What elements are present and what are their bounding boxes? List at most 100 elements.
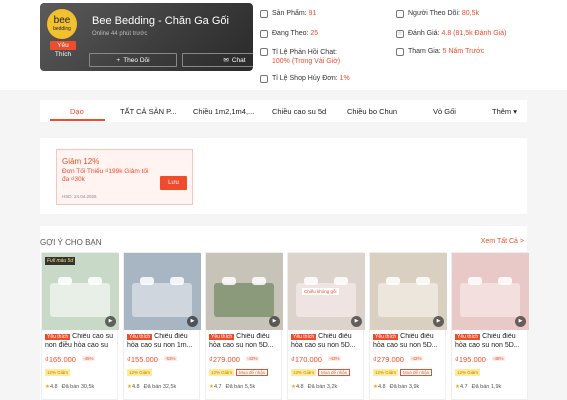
- product-card[interactable]: ▶ Yêu thích Chiếu điều hòa cao su non 5D..…: [205, 252, 283, 400]
- product-bed-shape: [460, 283, 520, 317]
- product-card[interactable]: Full màu 5d ▶ Yêu thích Chiếu cao su non đi…: [41, 252, 119, 400]
- play-icon[interactable]: ▶: [187, 316, 198, 327]
- play-icon[interactable]: ▶: [351, 316, 362, 327]
- stat-label: Người Theo Dõi:: [408, 10, 460, 17]
- pillow-shape: [140, 277, 154, 285]
- stat-cancel-rate: Tỉ Lệ Shop Hủy Đơn: 1%: [260, 75, 350, 83]
- save-voucher-button[interactable]: Lưu: [160, 176, 187, 190]
- promo-tag: Mua để nhận: [400, 369, 433, 376]
- promo-tag: 12% Giảm: [291, 369, 317, 376]
- promo-tag: 12% Giảm: [127, 369, 153, 376]
- tab-vo-goi[interactable]: Vỏ Gối: [433, 107, 456, 116]
- play-icon[interactable]: ▶: [105, 316, 116, 327]
- tab-home[interactable]: Dạo: [70, 107, 84, 116]
- discount-badge: -48%: [492, 356, 505, 361]
- rating-value: 4.8: [131, 384, 140, 390]
- product-name[interactable]: Yêu thích Chiếu điều hòa cao su non 5D...: [291, 333, 363, 350]
- tab-chieu-bo-chun[interactable]: Chiều bo Chun: [347, 107, 397, 116]
- sold-count: Đã bán 3,9k: [389, 384, 420, 390]
- tab-more[interactable]: Thêm ▾: [492, 107, 517, 116]
- promo-tag: Mua để nhận: [318, 369, 351, 376]
- user-icon: [396, 10, 404, 18]
- shop-tabs: Dạo TẤT CẢ SẢN P... Chiều 1m2,1m4,... Ch…: [40, 100, 527, 122]
- product-image[interactable]: Chiếu không gối ▶: [288, 253, 365, 330]
- pillow-shape: [58, 277, 72, 285]
- rating-value: 4.8: [49, 384, 58, 390]
- image-tag: Chiếu không gối: [302, 288, 339, 295]
- stat-label: Sản Phẩm:: [272, 10, 307, 17]
- product-image[interactable]: ▶: [206, 253, 283, 330]
- product-image[interactable]: ▶: [124, 253, 201, 330]
- stat-label: Tỉ Lệ Shop Hủy Đơn:: [272, 75, 338, 82]
- rating-value: 4.8: [295, 384, 304, 390]
- image-tag: Full màu 5d: [45, 257, 76, 265]
- tab-chieu-cao-su-5d[interactable]: Chiều cao su 5d: [272, 107, 326, 116]
- product-bed-shape: [378, 283, 438, 317]
- product-price: ₫279.000: [373, 355, 404, 364]
- shop-avatar[interactable]: bee bedding: [47, 9, 77, 39]
- stat-products: Sản Phẩm: 91: [260, 10, 316, 18]
- favorite-badge: Yêu thích: [455, 334, 481, 340]
- promo-tag: 12% Giảm: [209, 369, 235, 376]
- promo-tag: 12% Giảm: [373, 369, 399, 376]
- voucher-card: Giảm 12% Đơn Tối Thiểu ₫199k Giảm tối đa…: [56, 149, 193, 205]
- product-name[interactable]: Yêu thích Chiếu điều hòa cao su non 1m...: [127, 333, 199, 350]
- shop-card: bee bedding Yêu Thích Bee Bedding - Chăn…: [40, 3, 253, 71]
- product-image[interactable]: Full màu 5d ▶: [42, 253, 119, 330]
- favorite-badge: Yêu thích: [45, 334, 71, 340]
- pillow-shape: [304, 277, 318, 285]
- rating-value: 4.7: [459, 384, 468, 390]
- stat-value: 25: [310, 30, 319, 37]
- promo-tag: 12% Giảm: [45, 369, 71, 376]
- stat-value: 91: [308, 10, 317, 17]
- product-name[interactable]: Yêu thích Chiếu điều hòa cao su non 5D...: [455, 333, 527, 350]
- product-bed-shape: [50, 283, 110, 317]
- product-price: ₫155.000: [127, 355, 158, 364]
- rating-value: 4.7: [213, 384, 222, 390]
- pillow-shape: [468, 277, 482, 285]
- product-bed-shape: [132, 283, 192, 317]
- stat-joined: Tham Gia: 5 Năm Trước: [396, 48, 484, 56]
- chat-bubble-icon: [260, 48, 268, 56]
- product-rating: ★4.8 Đã bán 3,9k: [373, 384, 419, 390]
- product-rating: ★4.8 Đã bán 32,5k: [127, 384, 176, 390]
- sold-count: Đã bán 30,5k: [61, 384, 95, 390]
- chat-label: Chat: [231, 56, 246, 64]
- tab-chieu-1m2[interactable]: Chiều 1m2,1m4,...: [193, 107, 254, 116]
- play-icon[interactable]: ▶: [515, 316, 526, 327]
- product-card[interactable]: ▶ Yêu thích Chiếu điều hòa cao su non 1m..…: [123, 252, 201, 400]
- online-status: Online 44 phút trước: [92, 31, 148, 37]
- product-card[interactable]: Chiếu không gối ▶ Yêu thích Chiếu điều hòa …: [287, 252, 365, 400]
- product-card[interactable]: ▶ Yêu thích Chiếu điều hòa cao su non 5D..…: [451, 252, 529, 400]
- tab-all-products[interactable]: TẤT CẢ SẢN P...: [120, 107, 176, 116]
- product-name[interactable]: Yêu thích Chiếu cao su non điều hòa cao s…: [45, 333, 117, 350]
- product-image[interactable]: ▶: [370, 253, 447, 330]
- follow-button[interactable]: + Theo Dõi: [89, 53, 177, 67]
- product-image[interactable]: ▶: [452, 253, 529, 330]
- product-rating: ★4.8 Đã bán 3,2k: [291, 384, 337, 390]
- favorite-badge: Yêu Thích: [50, 41, 76, 58]
- voucher-title: Giảm 12%: [62, 157, 100, 166]
- cancel-icon: [260, 75, 268, 83]
- play-icon[interactable]: ▶: [433, 316, 444, 327]
- sold-count: Đã bán 32,5k: [143, 384, 177, 390]
- product-card[interactable]: ▶ Yêu thích Chiếu điều hòa cao su non 5D..…: [369, 252, 447, 400]
- voucher-expiry: HSD: 24.04.2025: [62, 194, 97, 199]
- voucher-desc: Đơn Tối Thiểu ₫199k Giảm tối đa ₫30k: [62, 168, 149, 183]
- favorite-badge: Yêu thích: [209, 334, 235, 340]
- rating-value: 4.8: [377, 384, 386, 390]
- play-icon[interactable]: ▶: [269, 316, 280, 327]
- chat-button[interactable]: ✉ Chat: [182, 53, 253, 67]
- favorite-badge: Yêu thích: [291, 334, 317, 340]
- shop-header: bee bedding Yêu Thích Bee Bedding - Chăn…: [0, 0, 567, 90]
- pillow-shape: [170, 277, 184, 285]
- promo-tags: 12% Giảm Mua để nhận: [209, 369, 269, 376]
- user-plus-icon: [260, 30, 268, 38]
- product-name[interactable]: Yêu thích Chiếu điều hòa cao su non 5D...: [209, 333, 281, 350]
- product-name[interactable]: Yêu thích Chiếu điều hòa cao su non 5D...: [373, 333, 445, 350]
- favorite-badge: Yêu thích: [127, 334, 153, 340]
- voucher-panel: Giảm 12% Đơn Tối Thiểu ₫199k Giảm tối đa…: [40, 138, 527, 214]
- star-icon: ☆: [396, 30, 404, 38]
- see-all-link[interactable]: Xem Tất Cả >: [481, 238, 524, 245]
- stat-label: Đánh Giá:: [408, 30, 440, 37]
